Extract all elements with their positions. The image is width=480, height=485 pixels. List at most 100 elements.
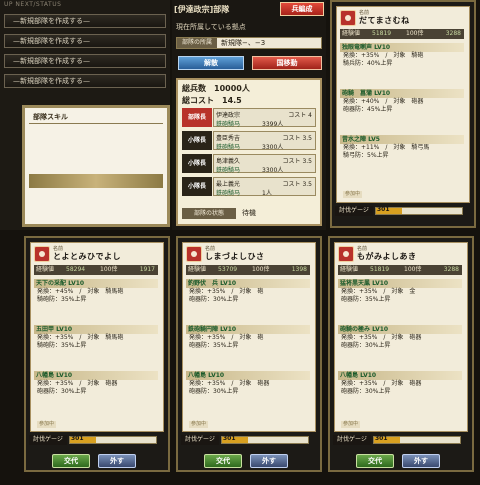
status-badge: 参加中	[341, 421, 361, 428]
skill-entry: 砲騎 菖蒲 LV10 発換：+40% / 対象 砲器 砲器防：45%上昇	[340, 89, 464, 114]
member-name: 伊達政宗	[216, 112, 241, 119]
skill-line: 発換：+35% / 対象 砲器	[341, 380, 422, 387]
gauge-label: 討伐ゲージ	[29, 435, 67, 445]
decorative-stripe	[29, 174, 163, 188]
gauge-label: 討伐ゲージ	[181, 435, 219, 445]
role-label: 小隊長	[182, 131, 212, 150]
skill-line: 騎砲防：35%上昇	[37, 342, 87, 349]
status-value: 待機	[242, 209, 256, 217]
member-troop-count: 1人	[262, 190, 272, 197]
skill-name: 八幡島 LV10	[34, 371, 158, 380]
skill-line: 砲器防：45%上昇	[343, 106, 393, 113]
member-name: 豊臣秀吉	[216, 135, 241, 142]
new-unit-button-3[interactable]: —新規部隊を作成する—	[4, 54, 166, 68]
total-soldiers: 総兵数 10000人	[182, 84, 250, 93]
swap-button[interactable]: 交代	[52, 454, 90, 468]
unit-list-sidebar: UP NEXT/STATUS —新規部隊を作成する— —新規部隊を作成する— —…	[0, 0, 170, 230]
exp-value: 58294	[66, 266, 86, 273]
skill-entry: 八幡島 LV10 発換：+35% / 対象 砲器 砲器防：30%上昇	[186, 371, 310, 396]
member-info: 島津義久 コスト 3.5 鉄砲騎马 3300人	[213, 154, 316, 174]
exp-value: 51819	[372, 30, 392, 37]
new-unit-button-1[interactable]: —新規部隊を作成する—	[4, 14, 166, 28]
card-body: 名前 だてまさむね 経験値 51819 100倖 3288 独眼竜喇声 LV10…	[336, 6, 470, 203]
swap-button[interactable]: 交代	[356, 454, 394, 468]
subjugation-gauge: 討伐ゲージ 301	[181, 435, 311, 445]
location-text: 現在所属している拠点	[176, 23, 246, 31]
exp-label: 経験値	[340, 266, 359, 273]
member-info: 伊達政宗 コスト 4 鉄砲騎马 3399人	[213, 108, 316, 128]
card-body: 名前 とよとみひでよし 経験値 58294 100倖 1917 天下の采配 LV…	[30, 242, 164, 432]
skill-line: 発換：+11% / 対象 騎弓馬	[343, 144, 430, 151]
skill-line: 砲器防：35%上昇	[189, 342, 239, 349]
skill-line: 砲器防：35%上昇	[341, 296, 391, 303]
hensei-button[interactable]: 兵編成	[280, 2, 324, 16]
skill-line: 砲器防：30%上昇	[341, 342, 391, 349]
member-row[interactable]: 小隊長 豊臣秀吉 コスト 3.5 鉄砲騎马 3300人	[182, 131, 316, 151]
crest-icon	[340, 10, 356, 26]
level-label: 100倖	[404, 266, 422, 273]
skill-line: 砲器防：30%上昇	[189, 388, 239, 395]
member-info: 最上義光 コスト 3.5 鉄砲騎马 1人	[213, 177, 316, 197]
level-label: 100倖	[406, 30, 424, 37]
gauge-label: 討伐ゲージ	[335, 206, 373, 216]
skill-line: 発換：+35% / 対象 騎馬砲	[37, 334, 124, 341]
skill-name: 釣野伏 兵 LV10	[186, 279, 310, 288]
move-country-button[interactable]: 国移動	[252, 56, 322, 70]
gauge-value: 301	[377, 206, 390, 213]
remove-button[interactable]: 外す	[402, 454, 440, 468]
member-troop-type: 鉄砲騎马	[216, 167, 241, 174]
remove-button[interactable]: 外す	[98, 454, 136, 468]
member-row[interactable]: 小隊長 島津義久 コスト 3.5 鉄砲騎马 3300人	[182, 154, 316, 174]
member-name: 最上義光	[216, 181, 241, 188]
general-card-leader: 名前 だてまさむね 経験値 51819 100倖 3288 独眼竜喇声 LV10…	[330, 0, 476, 228]
exp-bar: 経験値 51819 100倖 3288	[340, 29, 464, 39]
subjugation-gauge: 討伐ゲージ 301	[333, 435, 463, 445]
divider	[29, 123, 163, 124]
member-troop-count: 3300人	[262, 167, 284, 174]
exp-label: 経験値	[342, 30, 361, 37]
exp-bar: 経験値 53709 100倖 1398	[186, 265, 310, 275]
member-cost: コスト 4	[288, 112, 312, 119]
status-badge: 参加中	[189, 421, 209, 428]
skill-line: 発換：+45% / 対象 騎馬砲	[37, 288, 124, 295]
member-row[interactable]: 部隊長 伊達政宗 コスト 4 鉄砲騎马 3399人	[182, 108, 316, 128]
general-name: しまづよしひさ	[205, 252, 265, 261]
remove-button[interactable]: 外す	[250, 454, 288, 468]
swap-button[interactable]: 交代	[204, 454, 242, 468]
gauge-value: 301	[375, 435, 388, 442]
gauge-value: 301	[71, 435, 84, 442]
card-body: 名前 しまづよしひさ 経験値 53709 100倖 1398 釣野伏 兵 LV1…	[182, 242, 316, 432]
skill-line: 騎砲防：35%上昇	[37, 296, 87, 303]
disband-button[interactable]: 解散	[178, 56, 244, 70]
general-card-member: 名前 しまづよしひさ 経験値 53709 100倖 1398 釣野伏 兵 LV1…	[176, 236, 322, 472]
skill-entry: 鉄砲騎円陣 LV10 発換：+35% / 対象 砲 砲器防：35%上昇	[186, 325, 310, 350]
general-name: とよとみひでよし	[53, 252, 121, 261]
new-unit-button-4[interactable]: —新規部隊を作成する—	[4, 74, 166, 88]
card-body: 名前 もがみよしあき 経験値 51819 100倖 3288 猛将黒天鳳 LV1…	[334, 242, 468, 432]
skill-entry: 八幡島 LV10 発換：+35% / 対象 砲器 砲器防：30%上昇	[34, 371, 158, 396]
member-cost: コスト 3.5	[282, 135, 312, 142]
skill-entry: 釣野伏 兵 LV10 発換：+35% / 対象 砲 砲器防：30%上昇	[186, 279, 310, 304]
skill-line: 騎弓防：5%上昇	[343, 152, 389, 159]
status-badge: 参加中	[343, 191, 363, 198]
status-label: 部隊の状態	[182, 208, 236, 219]
member-row[interactable]: 小隊長 最上義光 コスト 3.5 鉄砲騎马 1人	[182, 177, 316, 197]
exp-value: 51819	[370, 266, 390, 273]
level-label: 100倖	[100, 266, 118, 273]
member-troop-count: 3399人	[262, 121, 284, 128]
skill-entry: 天下の采配 LV10 発換：+45% / 対象 騎馬砲 騎砲防：35%上昇	[34, 279, 158, 304]
member-troop-type: 鉄砲騎马	[216, 121, 241, 128]
member-troop-count: 3300人	[262, 144, 284, 151]
skill-line: 砲器防：30%上昇	[37, 388, 87, 395]
member-troop-type: 鉄砲騎马	[216, 144, 241, 151]
member-cost: コスト 3.5	[282, 181, 312, 188]
unit-status-row: 部隊の状態 待機	[182, 208, 316, 219]
total-cost: 総コスト 14.5	[182, 96, 242, 105]
skill-entry: 八幡島 LV10 発換：+35% / 対象 砲器 砲器防：30%上昇	[338, 371, 462, 396]
new-unit-button-2[interactable]: —新規部隊を作成する—	[4, 34, 166, 48]
general-name: だてまさむね	[359, 16, 410, 25]
gauge-label: 討伐ゲージ	[333, 435, 371, 445]
skill-name: 猛将黒天鳳 LV10	[338, 279, 462, 288]
skill-name: 昔水之陣 LV5	[340, 135, 464, 144]
skill-name: 鉄砲騎円陣 LV10	[186, 325, 310, 334]
